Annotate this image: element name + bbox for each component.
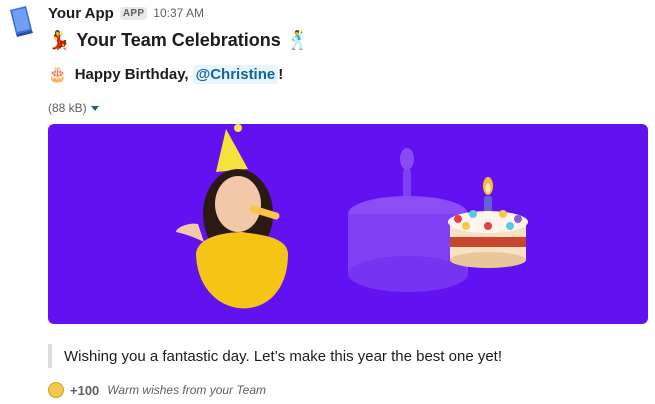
wishes-note: Warm wishes from your Team xyxy=(107,383,267,397)
timestamp[interactable]: 10:37 AM xyxy=(153,6,204,20)
app-badge: APP xyxy=(119,6,148,20)
birthday-cake-icon: 🎂 xyxy=(48,66,67,83)
cake-figure xyxy=(448,177,528,268)
quote-text: Wishing you a fantastic day. Let’s make … xyxy=(64,347,503,365)
points-value: +100 xyxy=(70,382,100,398)
coin-icon xyxy=(48,382,64,398)
dancer-woman-icon: 💃 xyxy=(48,29,71,50)
birthday-line: 🎂 Happy Birthday, @Christine ! xyxy=(48,63,283,85)
message-title: 💃 Your Team Celebrations 🕺 xyxy=(48,28,309,52)
message-header: Your App APP 10:37 AM xyxy=(48,4,204,22)
file-size: (88 kB) xyxy=(48,101,87,115)
app-name[interactable]: Your App xyxy=(48,5,114,22)
user-mention[interactable]: @Christine xyxy=(192,64,279,84)
birthday-suffix: ! xyxy=(278,65,284,83)
girl-figure xyxy=(176,124,288,309)
dancer-man-icon: 🕺 xyxy=(286,29,310,50)
app-icon[interactable] xyxy=(6,4,38,38)
title-text: Your Team Celebrations xyxy=(76,29,281,50)
caret-down-icon[interactable] xyxy=(90,105,99,111)
birthday-text: Happy Birthday, xyxy=(74,65,189,83)
reward-footer: +100 Warm wishes from your Team xyxy=(48,381,266,399)
file-size-toggle[interactable]: (88 kB) xyxy=(48,101,99,115)
celebration-image[interactable] xyxy=(48,124,648,324)
quote-block: Wishing you a fantastic day. Let’s make … xyxy=(48,344,502,368)
